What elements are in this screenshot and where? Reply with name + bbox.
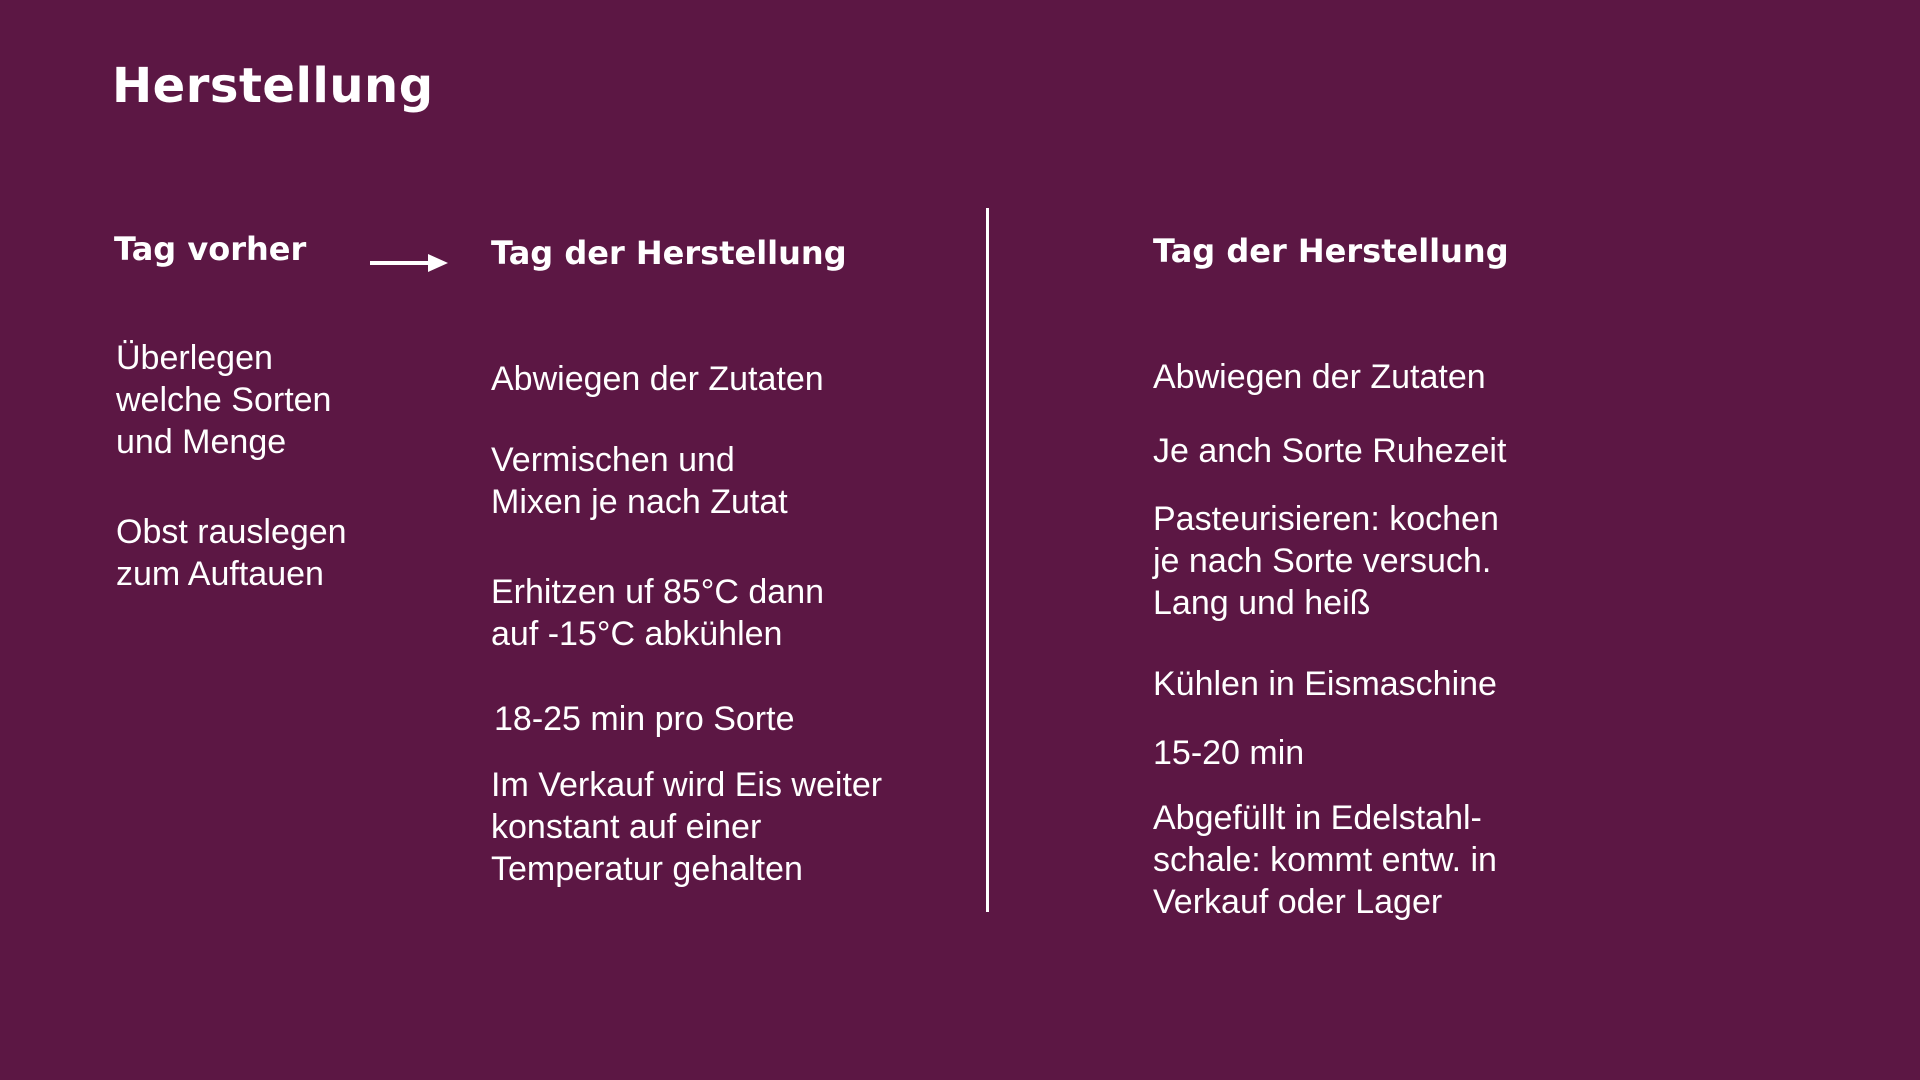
column-heading-tag-der-herstellung-1: Tag der Herstellung [491,234,847,272]
slide-title: Herstellung [112,58,434,114]
middle-item-4: 18-25 min pro Sorte [494,700,795,738]
middle-item-3: Erhitzen uf 85°C dann auf -15°C abkühlen [491,573,825,653]
right-item-5: 15-20 min [1153,734,1305,772]
left-item-1: Überlegen welche Sorten und Menge [116,339,332,461]
vertical-divider [986,208,989,912]
column-heading-tag-der-herstellung-2: Tag der Herstellung [1153,232,1509,270]
column-heading-tag-vorher: Tag vorher [114,230,307,268]
middle-item-2: Vermischen und Mixen je nach Zutat [491,441,788,521]
right-item-4: Kühlen in Eismaschine [1153,665,1497,703]
middle-item-1: Abwiegen der Zutaten [491,360,824,398]
right-item-1: Abwiegen der Zutaten [1153,358,1486,396]
right-item-3: Pasteurisieren: kochen je nach Sorte ver… [1153,500,1499,622]
arrow-right-icon [370,254,448,272]
right-item-6: Abgefüllt in Edelstahl- schale: kommt en… [1153,799,1497,921]
left-item-2: Obst rauslegen zum Auftauen [116,513,347,593]
right-item-2: Je anch Sorte Ruhezeit [1153,432,1507,470]
middle-item-5: Im Verkauf wird Eis weiter konstant auf … [491,766,883,888]
